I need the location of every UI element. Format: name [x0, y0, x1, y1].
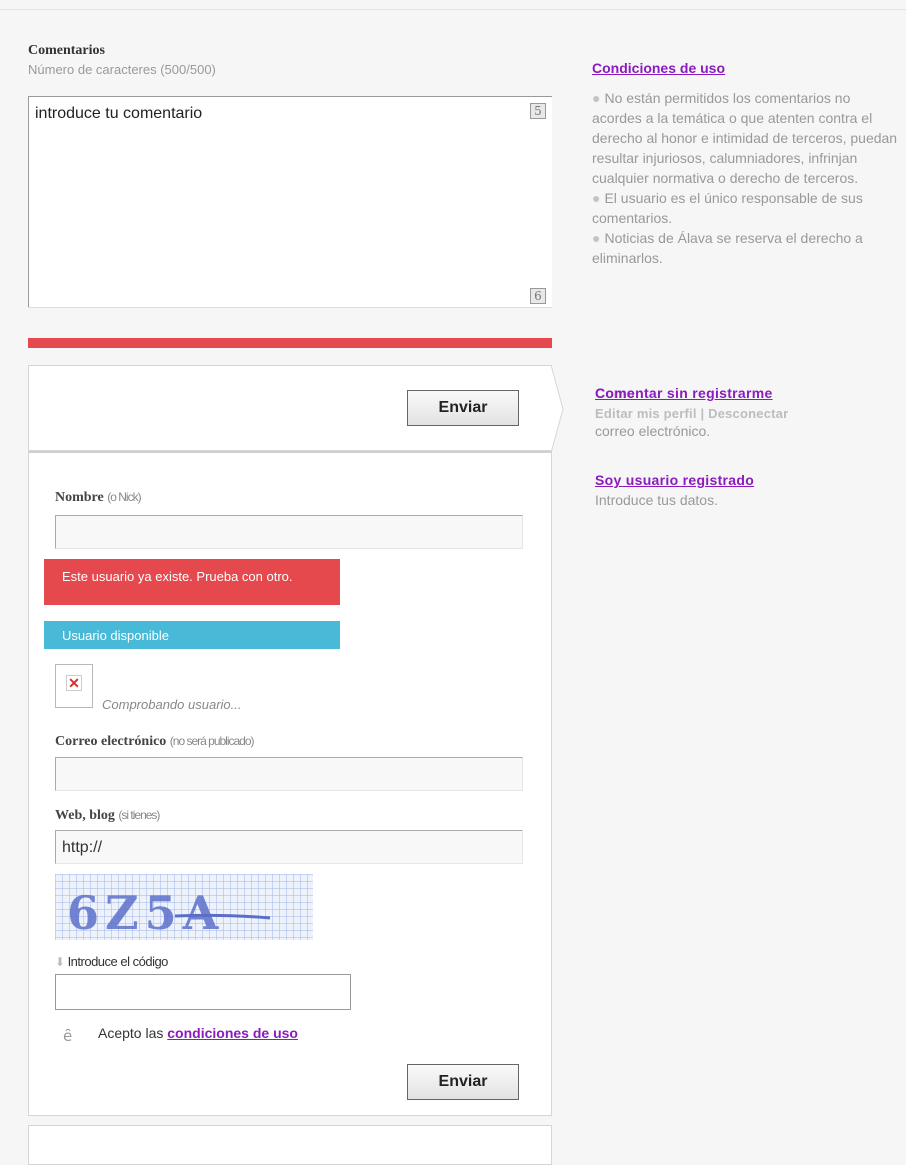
comments-title: Comentarios: [28, 43, 105, 58]
captcha-code-input[interactable]: [55, 974, 351, 1010]
email-input[interactable]: [55, 757, 523, 791]
code-label: ⬇ Introduce el código: [55, 954, 168, 969]
accept-checkbox-icon[interactable]: ȇ: [63, 1027, 72, 1045]
arrow-down-icon: ⬇: [55, 955, 65, 969]
accept-terms: Acepto las condiciones de uso: [98, 1025, 298, 1041]
name-label: Nombre (o Nick): [55, 490, 142, 505]
rule-item: ● Noticias de Álava se reserva el derecho…: [592, 230, 863, 266]
top-divider: [0, 9, 906, 10]
name-input[interactable]: [55, 515, 523, 549]
option2-description: Introduce tus datos.: [595, 492, 718, 508]
web-hint: (si tienes): [118, 808, 160, 822]
textarea-bottom-border: [28, 307, 552, 308]
comment-textarea[interactable]: introduce tu comentario 5 6: [28, 96, 552, 308]
web-label: Web, blog (si tienes): [55, 808, 160, 823]
checking-user-text: Comprobando usuario...: [102, 697, 242, 712]
user-exists-alert: Este usuario ya existe. Prueba con otro.: [44, 559, 340, 605]
captcha-text: 6Z5A: [67, 886, 224, 940]
registered-user-link[interactable]: Soy usuario registrado: [595, 472, 754, 488]
send-button-bottom[interactable]: Enviar: [407, 1064, 519, 1100]
web-input[interactable]: http://: [55, 830, 523, 864]
send-button-top[interactable]: Enviar: [407, 390, 519, 426]
conditions-title-link[interactable]: Condiciones de uso: [592, 60, 725, 76]
panel-pointer-arrow: [551, 365, 564, 453]
comment-placeholder: introduce tu comentario: [35, 105, 203, 122]
rule-item: ● El usuario es el único responsable de s…: [592, 190, 863, 226]
accept-terms-link[interactable]: condiciones de uso: [167, 1025, 298, 1041]
char-counter: Número de caracteres (500/500): [28, 62, 216, 77]
conditions-list: ● No están permitidos los comentarios no …: [592, 88, 904, 268]
profile-overlay-text: Editar mis perfil | Desconectar: [595, 406, 789, 421]
captcha-image: 6Z5A: [55, 874, 313, 940]
user-available-alert: Usuario disponible: [44, 621, 340, 649]
overlay-como-text: Como: [595, 385, 635, 401]
option-registered: Soy usuario registrado Introduce tus dat…: [595, 472, 754, 510]
scroll-up-button[interactable]: 5: [530, 103, 546, 119]
rule-item: ● No están permitidos los comentarios no …: [592, 90, 898, 186]
email-label: Correo electrónico (no será publicado): [55, 734, 255, 749]
email-hint: (no será publicado): [169, 734, 255, 748]
scroll-down-button[interactable]: 6: [530, 288, 546, 304]
option1-description: correo electrónico.: [595, 423, 711, 439]
progress-bar: [28, 338, 552, 348]
error-x-icon: ✕: [66, 675, 82, 691]
name-hint: (o Nick): [107, 490, 141, 504]
footer-panel: [28, 1125, 552, 1165]
broken-image-icon: ✕: [55, 664, 93, 708]
